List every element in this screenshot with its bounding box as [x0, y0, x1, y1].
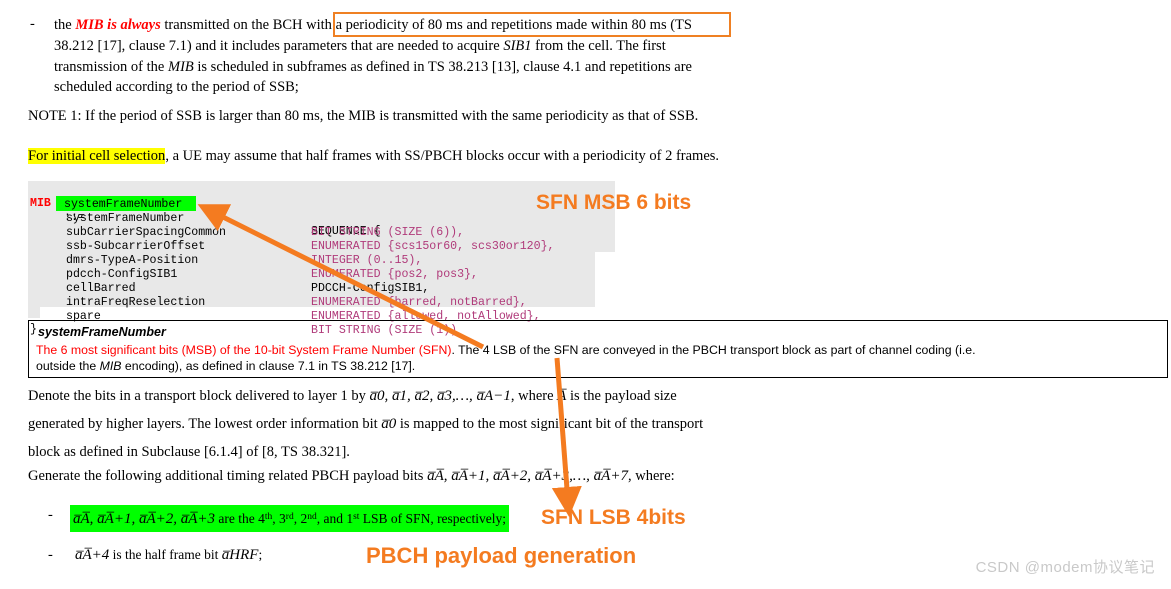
- para1-line3-italic: MIB: [167, 58, 194, 75]
- generate-math: a̅A̅, a̅A̅+1, a̅A̅+2, a̅A̅+3,…, a̅A̅+7: [427, 468, 628, 484]
- bullet-hrf-math2: a̅HRF: [221, 547, 259, 563]
- bullet-lsb-of-sfn: a̅A̅, a̅A̅+1, a̅A̅+2, a̅A̅+3 are the 4th…: [70, 505, 510, 532]
- paragraph-generate-bits: Generate the following additional timing…: [28, 466, 928, 487]
- paragraph-denote-bits: Denote the bits in a transport block del…: [28, 382, 768, 466]
- para1-line2: 38.212 [17], clause 7.1) and it includes…: [54, 37, 504, 54]
- description-line2-italic: MIB: [99, 359, 122, 373]
- bullet-lsb-math: a̅A̅, a̅A̅+1, a̅A̅+2, a̅A̅+3: [73, 511, 216, 527]
- generate-tail: , where:: [627, 468, 675, 484]
- description-box-line1: The 6 most significant bits (MSB) of the…: [36, 343, 976, 357]
- bullet-lsb-text-e: LSB of SFN, respectively;: [359, 511, 507, 526]
- para1-rest-line1: (TS: [666, 17, 692, 33]
- code-row-subcarrierspacingcommon: subCarrierSpacingCommon ENUMERATED {scs1…: [28, 212, 615, 253]
- para1-line3-a: transmission of the: [54, 58, 168, 75]
- description-box-title: systemFrameNumber: [38, 325, 166, 339]
- annotation-sfn-msb: SFN MSB 6 bits: [536, 191, 692, 214]
- denote-line1-b: , where: [510, 388, 558, 404]
- para1-line2-tail: from the cell. The first: [531, 37, 666, 54]
- bullet-lsb-text-c: , 2: [293, 511, 308, 526]
- bullet-marker: -: [30, 16, 35, 32]
- code-row-spare: spare BIT STRING (SIZE (1)): [28, 296, 615, 337]
- denote-line2-math: a̅0: [381, 416, 397, 432]
- code-row-dmrs-typea-position: dmrs-TypeA-Position ENUMERATED {pos2, po…: [28, 240, 615, 281]
- bullet-half-frame-bit: a̅A̅+4 is the half frame bit a̅HRF;: [75, 545, 262, 566]
- paragraph-initial-cell-selection: For initial cell selection, a UE may ass…: [28, 146, 1128, 167]
- annotation-pbch-payload-generation: PBCH payload generation: [366, 543, 637, 568]
- denote-line1-a: Denote the bits in a transport block del…: [28, 388, 370, 404]
- annotation-sfn-lsb: SFN LSB 4bits: [541, 506, 686, 529]
- paragraph-mib-periodicity: the MIB is always transmitted on the BCH…: [54, 15, 1154, 98]
- code-row-ssb-subcarrieroffset: ssb-SubcarrierOffset INTEGER (0..15),: [28, 226, 615, 267]
- bullet-hrf-tail: ;: [258, 547, 263, 562]
- para1-line2-italic: SIB1: [503, 37, 532, 54]
- highlight-initial-cell-selection: For initial cell selection: [28, 148, 166, 164]
- initial-cell-selection-rest: , a UE may assume that half frames with …: [165, 148, 720, 164]
- bullet-hrf-text: is the half frame bit: [109, 547, 222, 562]
- csdn-watermark: CSDN @modem协议笔记: [975, 559, 1155, 576]
- code-row-intrafreqreselection: intraFreqReselection ENUMERATED {allowed…: [28, 282, 615, 323]
- bullet-lsb-sup2: rd: [285, 512, 294, 522]
- bullet-lsb-text-d: , and 1: [316, 511, 354, 526]
- para1-line3-b: is scheduled in subframes as defined in …: [193, 58, 692, 75]
- note-1: NOTE 1: If the period of SSB is larger t…: [28, 108, 699, 124]
- para1-boxed-text: a periodicity of 80 ms and repetitions m…: [335, 17, 667, 33]
- description-line2-b: encoding), as defined in clause 7.1 in T…: [121, 359, 416, 373]
- description-line2-a: outside the: [36, 359, 100, 373]
- bullet-lsb-text-b: , 3: [272, 511, 286, 526]
- code-row-header: MIB ::= SEQUENCE {: [28, 183, 615, 238]
- generate-lead: Generate the following additional timing…: [28, 468, 428, 484]
- denote-line1-math: a̅0, a̅1, a̅2, a̅3,…, a̅A−1: [369, 388, 511, 404]
- denote-line2-a: generated by higher layers. The lowest o…: [28, 416, 382, 432]
- para1-mid: transmitted on the BCH with: [160, 17, 336, 33]
- code-row-pdcch-configsib1: pdcch-ConfigSIB1 PDCCH-ConfigSIB1,: [28, 254, 615, 295]
- denote-line1-math2: A̅: [557, 388, 567, 404]
- para1-lead: the: [54, 17, 76, 33]
- para1-line4: scheduled according to the period of SSB…: [54, 79, 299, 96]
- description-red-text: The 6 most significant bits (MSB) of the…: [36, 343, 452, 357]
- highlight-systemframenumber-text: systemFrameNumber: [64, 198, 183, 211]
- code-row-cellbarred: cellBarred ENUMERATED {barred, notBarred…: [28, 268, 615, 309]
- bullet-hrf-math: a̅A̅+4: [75, 547, 110, 563]
- document-page: - the MIB is always transmitted on the B…: [0, 0, 1171, 589]
- denote-line1-c: is the payload size: [566, 388, 677, 404]
- bullet-lsb-sup3: nd: [307, 512, 317, 522]
- para1-emphasis: MIB is always: [75, 17, 161, 33]
- denote-line2-b: is mapped to the most significant bit of…: [396, 416, 704, 432]
- bullet-marker-hrf: -: [48, 547, 53, 563]
- bullet-lsb-text-a: are the 4: [215, 511, 265, 526]
- description-black-text: . The 4 LSB of the SFN are conveyed in t…: [451, 343, 976, 357]
- denote-line3: block as defined in Subclause [6.1.4] of…: [28, 444, 350, 460]
- bullet-marker-lsb: -: [48, 507, 53, 523]
- description-box-line2: outside the MIB encoding), as defined in…: [36, 359, 415, 373]
